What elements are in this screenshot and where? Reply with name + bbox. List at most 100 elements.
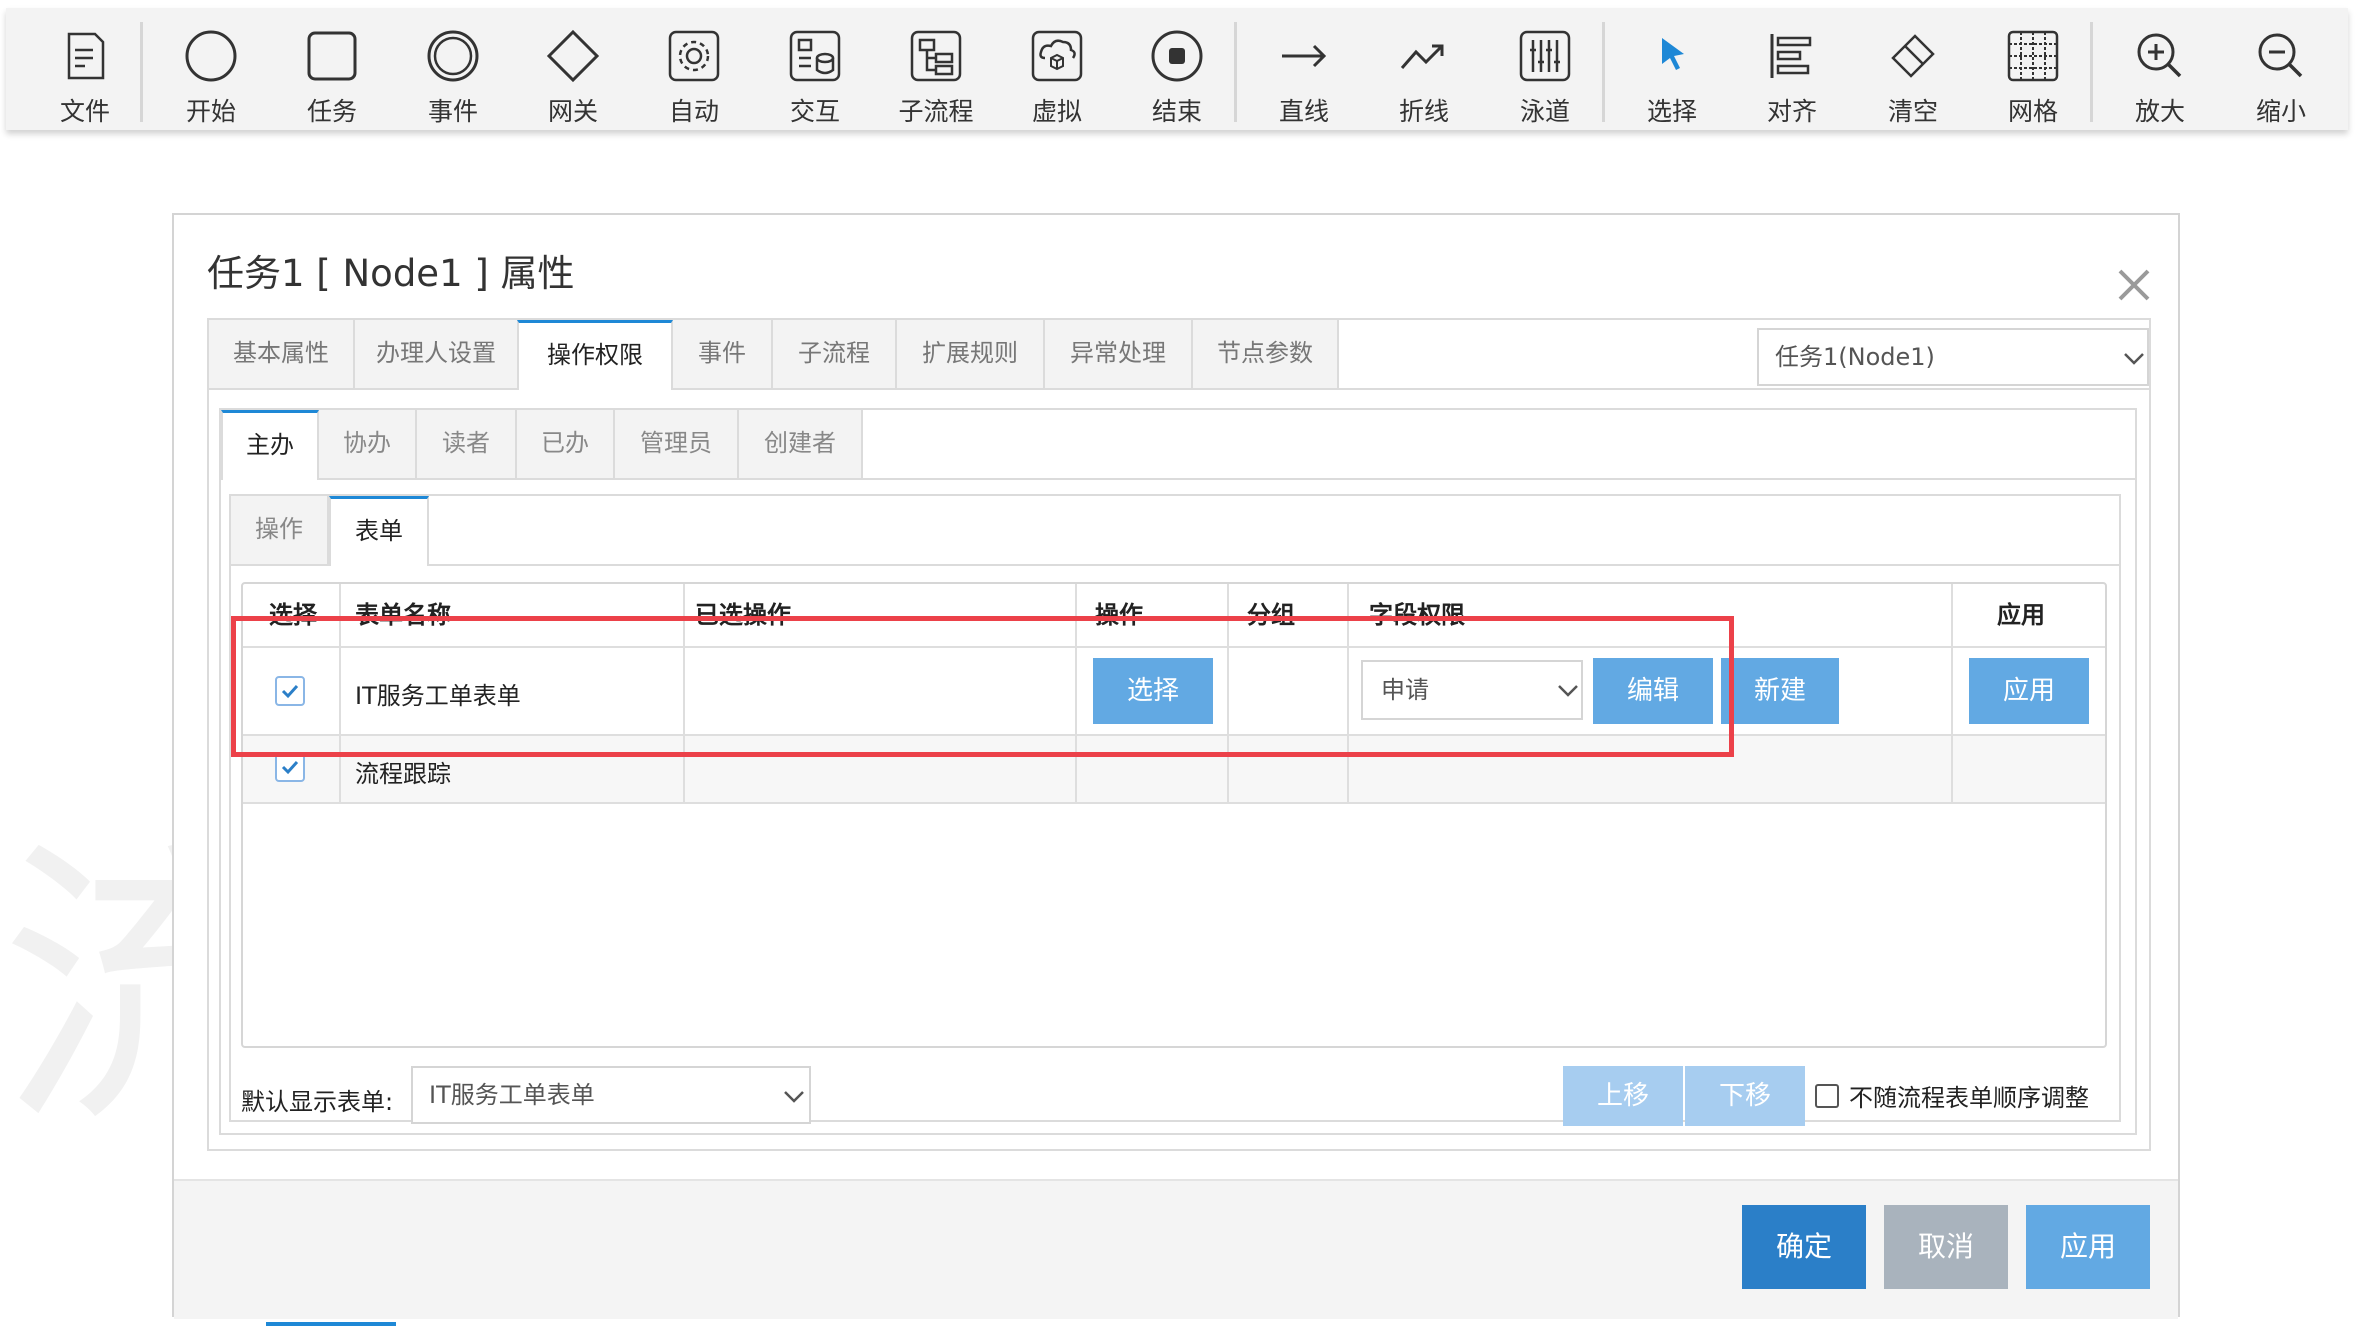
chevron-down-icon — [2123, 352, 2145, 366]
bottom-accent-bar — [266, 1322, 396, 1326]
toolbar-start-button[interactable]: 开始 — [156, 8, 266, 130]
toolbar-polyline-label: 折线 — [1398, 97, 1449, 126]
tab-role-assist[interactable]: 协办 — [319, 410, 417, 478]
toolbar-gateway-button[interactable]: 网关 — [518, 8, 628, 130]
tab-forms[interactable]: 表单 — [329, 496, 429, 566]
chevron-down-icon — [783, 1090, 805, 1104]
ok-button[interactable]: 确定 — [1742, 1205, 1866, 1289]
tab-operation-permissions[interactable]: 操作权限 — [517, 320, 673, 390]
no-reorder-checkbox[interactable] — [1815, 1084, 1839, 1108]
toolbar-interaction-button[interactable]: 交互 — [760, 8, 870, 130]
new-field-permission-button[interactable]: 新建 — [1721, 658, 1839, 724]
highlight-annotation-box — [231, 616, 1734, 757]
zoom-in-icon — [2132, 28, 2188, 84]
apply-button[interactable]: 应用 — [2026, 1205, 2150, 1289]
tab-role-main[interactable]: 主办 — [221, 410, 319, 480]
virtual-cube-icon — [1029, 28, 1085, 84]
table-divider — [1951, 584, 1953, 802]
toolbar-separator — [140, 22, 143, 122]
move-down-button[interactable]: 下移 — [1685, 1066, 1805, 1126]
toolbar-subprocess-button[interactable]: 子流程 — [881, 8, 991, 130]
tab-subprocess[interactable]: 子流程 — [773, 320, 897, 388]
tab-events[interactable]: 事件 — [673, 320, 773, 388]
toolbar-auto-button[interactable]: 自动 — [639, 8, 749, 130]
toolbar-align-button[interactable]: 对齐 — [1737, 8, 1847, 130]
toolbar-clear-button[interactable]: 清空 — [1858, 8, 1968, 130]
node-properties-dialog: 任务1 [ Node1 ] 属性 基本属性 办理人设置 操作权限 事件 子流程 … — [172, 213, 2180, 1319]
toolbar-line-label: 直线 — [1278, 97, 1329, 126]
toolbar-zoom-out-button[interactable]: 缩小 — [2226, 8, 2336, 130]
start-circle-icon — [183, 28, 239, 84]
subprocess-icon — [908, 28, 964, 84]
tab-node-parameters[interactable]: 节点参数 — [1193, 320, 1339, 388]
toolbar-virtual-label: 虚拟 — [1031, 97, 1082, 126]
toolbar-end-label: 结束 — [1151, 97, 1202, 126]
tab-handler-settings[interactable]: 办理人设置 — [355, 320, 519, 388]
zoom-out-icon — [2253, 28, 2309, 84]
toolbar-swimlane-label: 泳道 — [1519, 97, 1570, 126]
toolbar-align-label: 对齐 — [1766, 97, 1817, 126]
grid-icon — [2005, 28, 2061, 84]
toolbar-task-label: 任务 — [306, 97, 357, 126]
straight-arrow-icon — [1276, 28, 1332, 84]
no-reorder-label: 不随流程表单顺序调整 — [1849, 1084, 2089, 1112]
toolbar-gateway-label: 网关 — [547, 97, 598, 126]
node-select[interactable]: 任务1(Node1) — [1757, 328, 2149, 386]
align-icon — [1764, 28, 1820, 84]
tab-operations[interactable]: 操作 — [231, 496, 329, 564]
move-up-button[interactable]: 上移 — [1563, 1066, 1683, 1126]
toolbar-file-label: 文件 — [59, 97, 110, 126]
default-form-value: IT服务工单表单 — [429, 1081, 595, 1109]
task-square-icon — [304, 28, 360, 84]
tab-role-creator[interactable]: 创建者 — [739, 410, 863, 478]
node-select-value: 任务1(Node1) — [1775, 343, 1935, 371]
interaction-icon — [787, 28, 843, 84]
toolbar-file-button[interactable]: 文件 — [30, 8, 140, 130]
end-circle-icon — [1149, 28, 1205, 84]
toolbar-zoom-in-button[interactable]: 放大 — [2105, 8, 2215, 130]
tab-extension-rules[interactable]: 扩展规则 — [897, 320, 1045, 388]
toolbar-grid-label: 网格 — [2007, 97, 2058, 126]
toolbar-event-button[interactable]: 事件 — [398, 8, 508, 130]
default-form-label: 默认显示表单: — [241, 1088, 394, 1116]
event-double-circle-icon — [425, 28, 481, 84]
close-icon[interactable] — [2112, 263, 2156, 307]
gateway-diamond-icon — [545, 28, 601, 84]
dialog-footer: 确定 取消 应用 — [174, 1179, 2178, 1319]
cancel-button[interactable]: 取消 — [1884, 1205, 2008, 1289]
role-panel: 主办 协办 读者 已办 管理员 创建者 操作 表单 选择 表单名称 已选操作 操… — [219, 408, 2137, 1135]
tab-basic-properties[interactable]: 基本属性 — [209, 320, 355, 388]
tab-exception-handling[interactable]: 异常处理 — [1045, 320, 1193, 388]
default-form-select[interactable]: IT服务工单表单 — [411, 1066, 811, 1124]
toolbar-virtual-button[interactable]: 虚拟 — [1002, 8, 1112, 130]
toolbar: 文件 开始 任务 事件 网关 自动 交互 子流程 虚拟 结束 直线 折线 泳道 … — [6, 8, 2348, 130]
check-icon — [281, 760, 299, 775]
form-name: 流程跟踪 — [355, 760, 451, 788]
toolbar-clear-label: 清空 — [1887, 97, 1938, 126]
toolbar-task-button[interactable]: 任务 — [277, 8, 387, 130]
toolbar-separator — [2090, 22, 2093, 122]
inner-tab-bar: 操作 表单 — [231, 496, 2119, 566]
column-header-apply: 应用 — [1997, 601, 2045, 629]
role-tab-bar: 主办 协办 读者 已办 管理员 创建者 — [221, 410, 2135, 480]
toolbar-auto-label: 自动 — [668, 97, 719, 126]
toolbar-line-button[interactable]: 直线 — [1249, 8, 1359, 130]
select-cursor-icon — [1644, 28, 1700, 84]
toolbar-swimlane-button[interactable]: 泳道 — [1490, 8, 1600, 130]
automatic-gear-icon — [666, 28, 722, 84]
apply-row-button[interactable]: 应用 — [1969, 658, 2089, 724]
file-icon — [57, 28, 113, 84]
toolbar-separator — [1234, 22, 1237, 122]
tab-role-reader[interactable]: 读者 — [417, 410, 517, 478]
toolbar-separator — [1602, 22, 1605, 122]
toolbar-polyline-button[interactable]: 折线 — [1369, 8, 1479, 130]
toolbar-grid-button[interactable]: 网格 — [1978, 8, 2088, 130]
form-footer-row: 默认显示表单: IT服务工单表单 上移 下移 不随流程表单顺序调整 — [231, 1066, 2119, 1126]
tab-role-admin[interactable]: 管理员 — [615, 410, 739, 478]
dialog-title: 任务1 [ Node1 ] 属性 — [207, 252, 575, 295]
toolbar-zoom-in-label: 放大 — [2134, 97, 2185, 126]
toolbar-select-button[interactable]: 选择 — [1617, 8, 1727, 130]
tab-role-done[interactable]: 已办 — [517, 410, 615, 478]
form-permissions-panel: 操作 表单 选择 表单名称 已选操作 操作 分组 字段权限 应用 IT服务工单表… — [229, 494, 2121, 1126]
toolbar-end-button[interactable]: 结束 — [1122, 8, 1232, 130]
